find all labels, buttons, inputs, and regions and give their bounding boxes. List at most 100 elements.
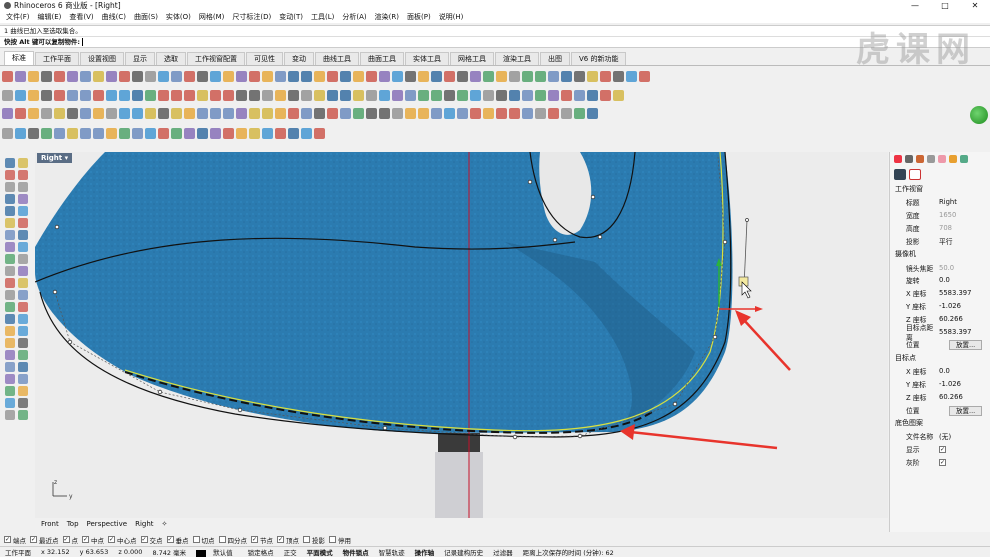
target-place-button[interactable]: 放置...	[949, 405, 983, 416]
toolbar-tool-icon[interactable]	[2, 70, 13, 82]
toolbar-tool-icon[interactable]	[197, 70, 208, 82]
toolbar-tool-icon[interactable]	[249, 70, 260, 82]
toolbar-tool-icon[interactable]	[288, 107, 299, 119]
left-tool-icon[interactable]	[18, 410, 28, 420]
toolbar-tool-icon[interactable]	[236, 89, 247, 101]
toolbar-tool-icon[interactable]	[171, 89, 182, 101]
toolbar-tool-icon[interactable]	[28, 70, 39, 82]
left-tool-icon[interactable]	[5, 266, 15, 276]
viewport-right[interactable]: z y Right ▾	[35, 152, 888, 518]
tab-display[interactable]: 显示	[125, 52, 155, 65]
toolbar-tool-icon[interactable]	[431, 89, 442, 101]
left-tool-icon[interactable]	[5, 374, 15, 384]
toolbar-tool-icon[interactable]	[392, 70, 403, 82]
left-tool-icon[interactable]	[18, 218, 28, 228]
osnap-item[interactable]: ✓ 垂点	[166, 535, 189, 545]
toolbar-tool-icon[interactable]	[483, 107, 494, 119]
viewport-prop-value[interactable]: Right	[937, 198, 990, 206]
left-tool-icon[interactable]	[18, 254, 28, 264]
osnap-checkbox[interactable]: ✓	[251, 536, 258, 543]
tab-new-in-v6[interactable]: V6 的新功能	[571, 52, 627, 65]
left-tool-icon[interactable]	[5, 230, 15, 240]
toolbar-tool-icon[interactable]	[145, 127, 156, 139]
tab-cplanes[interactable]: 工作平面	[35, 52, 79, 65]
toolbar-tool-icon[interactable]	[548, 107, 559, 119]
toolbar-tool-icon[interactable]	[210, 89, 221, 101]
menu-surface[interactable]: 曲面(S)	[130, 12, 162, 22]
tab-viewport-layout[interactable]: 工作视窗配置	[187, 52, 245, 65]
toolbar-tool-icon[interactable]	[327, 107, 338, 119]
toolbar-tool-icon[interactable]	[314, 107, 325, 119]
osnap-checkbox[interactable]: ✓	[4, 536, 11, 543]
toolbar-tool-icon[interactable]	[184, 107, 195, 119]
toolbar-tool-icon[interactable]	[327, 89, 338, 101]
toolbar-tool-icon[interactable]	[418, 107, 429, 119]
toolbar-tool-icon[interactable]	[379, 70, 390, 82]
status-gumball[interactable]: 操作轴	[410, 547, 440, 557]
left-tool-icon[interactable]	[18, 182, 28, 192]
toolbar-tool-icon[interactable]	[93, 127, 104, 139]
toolbar-tool-icon[interactable]	[132, 70, 143, 82]
toolbar-tool-icon[interactable]	[236, 70, 247, 82]
toolbar-tool-icon[interactable]	[457, 70, 468, 82]
left-tool-icon[interactable]	[5, 182, 15, 192]
tab-surface-tools[interactable]: 曲面工具	[360, 52, 404, 65]
toolbar-tool-icon[interactable]	[262, 127, 273, 139]
left-tool-icon[interactable]	[18, 362, 28, 372]
menu-dimension[interactable]: 尺寸标注(D)	[228, 12, 275, 22]
left-tool-icon[interactable]	[18, 206, 28, 216]
left-tool-icon[interactable]	[5, 314, 15, 324]
toolbar-tool-icon[interactable]	[80, 89, 91, 101]
left-tool-icon[interactable]	[18, 326, 28, 336]
toolbar-tool-icon[interactable]	[314, 127, 325, 139]
toolbar-tool-icon[interactable]	[392, 89, 403, 101]
close-button[interactable]: ✕	[960, 0, 990, 11]
toolbar-tool-icon[interactable]	[106, 70, 117, 82]
camera-subtab-icon[interactable]	[894, 168, 906, 180]
toolbar-tool-icon[interactable]	[340, 89, 351, 101]
toolbar-tool-icon[interactable]	[327, 70, 338, 82]
left-tool-icon[interactable]	[5, 254, 15, 264]
left-tool-icon[interactable]	[5, 206, 15, 216]
layers-tab-icon[interactable]	[905, 155, 913, 163]
toolbar-tool-icon[interactable]	[496, 107, 507, 119]
materials-tab-icon[interactable]	[927, 155, 935, 163]
status-smarttrack[interactable]: 智慧轨迹	[374, 547, 410, 557]
osnap-item[interactable]: ✓ 交点	[140, 535, 163, 545]
toolbar-tool-icon[interactable]	[561, 70, 572, 82]
toolbar-tool-icon[interactable]	[184, 70, 195, 82]
menu-curve[interactable]: 曲线(C)	[98, 12, 130, 22]
left-tool-icon[interactable]	[5, 350, 15, 360]
status-osnap[interactable]: 物件锁点	[338, 547, 374, 557]
toolbar-tool-icon[interactable]	[106, 89, 117, 101]
render-tab-icon[interactable]	[916, 155, 924, 163]
toolbar-tool-icon[interactable]	[236, 127, 247, 139]
left-tool-icon[interactable]	[18, 398, 28, 408]
toolbar-tool-icon[interactable]	[158, 107, 169, 119]
toolbar-tool-icon[interactable]	[496, 89, 507, 101]
toolbar-tool-icon[interactable]	[262, 70, 273, 82]
osnap-item[interactable]: 切点	[192, 535, 215, 545]
toolbar-tool-icon[interactable]	[301, 107, 312, 119]
environment-tab-icon[interactable]	[938, 155, 946, 163]
left-tool-icon[interactable]	[5, 362, 15, 372]
help-tab-icon[interactable]	[960, 155, 968, 163]
camera-prop-value[interactable]: 5583.397	[937, 289, 990, 297]
target-prop-value[interactable]: -1.026	[937, 380, 990, 388]
osnap-checkbox[interactable]: ✓	[30, 536, 37, 543]
maximize-button[interactable]: □	[930, 0, 960, 11]
left-tool-icon[interactable]	[5, 218, 15, 228]
toolbar-tool-icon[interactable]	[145, 89, 156, 101]
toolbar-tool-icon[interactable]	[600, 70, 611, 82]
toolbar-tool-icon[interactable]	[522, 70, 533, 82]
toolbar-tool-icon[interactable]	[67, 70, 78, 82]
toolbar-tool-icon[interactable]	[223, 107, 234, 119]
toolbar-tool-icon[interactable]	[80, 107, 91, 119]
left-tool-icon[interactable]	[18, 230, 28, 240]
toolbar-tool-icon[interactable]	[587, 70, 598, 82]
menu-tools[interactable]: 工具(L)	[307, 12, 338, 22]
osnap-checkbox[interactable]: ✓	[166, 536, 174, 543]
left-tool-icon[interactable]	[5, 338, 15, 348]
toolbar-tool-icon[interactable]	[119, 127, 130, 139]
viewport-tab-perspective[interactable]: Perspective	[83, 520, 132, 528]
